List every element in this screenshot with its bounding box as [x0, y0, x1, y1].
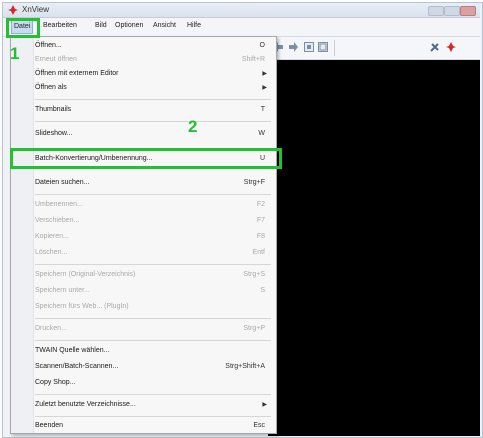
menu-item-save-as[interactable]: Speichern unter... S: [35, 284, 271, 298]
title-bar: XnView: [3, 3, 480, 18]
step-number-1: 1: [10, 44, 20, 63]
menu-item-exit[interactable]: Beenden Esc: [35, 419, 271, 433]
menu-icon-gutter: [11, 37, 34, 433]
menu-item-save[interactable]: Speichern (Original-Verzeichnis) Strg+S: [35, 268, 271, 282]
menu-bar: Datei Bearbeiten Bild Optionen Ansicht H…: [3, 18, 480, 37]
submenu-arrow-icon: ▶: [262, 402, 267, 408]
menu-item-open-as[interactable]: Öffnen als ▶: [35, 81, 271, 95]
fit-window-icon[interactable]: [304, 42, 314, 52]
menu-item-recent-folders[interactable]: Zuletzt benutzte Verzeichnisse... ▶: [35, 398, 271, 412]
xnview-star-icon[interactable]: [446, 42, 456, 52]
menu-item-copy[interactable]: Kopieren... F8: [35, 230, 271, 244]
menu-item-rename[interactable]: Umbenennen... F2: [35, 198, 271, 212]
highlight-box-batch-convert: [10, 148, 282, 169]
tools-icon[interactable]: [430, 42, 440, 52]
next-arrow-icon[interactable]: [288, 42, 298, 52]
submenu-arrow-icon: ▶: [262, 71, 267, 77]
menu-item-scan[interactable]: Scannen/Batch-Scannen... Strg+Shift+A: [35, 360, 271, 374]
menu-item-open-external-editor[interactable]: Öffnen mit externem Editor ▶: [35, 67, 271, 81]
menu-ansicht[interactable]: Ansicht: [153, 22, 176, 29]
menu-item-find-files[interactable]: Dateien suchen... Strg+F: [35, 176, 271, 190]
highlight-box-datei: [6, 18, 40, 38]
menu-item-open[interactable]: Öffnen... O: [35, 39, 271, 53]
menu-separator: [35, 194, 271, 195]
image-viewer-canvas[interactable]: [268, 60, 480, 436]
menu-item-twain-source[interactable]: TWAIN Quelle wählen...: [35, 344, 271, 358]
submenu-arrow-icon: ▶: [262, 85, 267, 91]
toolbar-separator: [334, 40, 335, 56]
menu-separator: [35, 416, 271, 417]
menu-separator: [35, 340, 271, 341]
menu-hilfe[interactable]: Hilfe: [187, 22, 201, 29]
menu-item-print[interactable]: Drucken... Strg+P: [35, 322, 271, 336]
menu-item-thumbnails[interactable]: Thumbnails T: [35, 103, 271, 117]
maximize-button[interactable]: [444, 6, 460, 16]
menu-separator: [35, 318, 271, 319]
menu-item-delete[interactable]: Löschen... Entf: [35, 246, 271, 260]
file-menu-dropdown: Öffnen... O Erneut öffnen Shift+R Öffnen m…: [10, 36, 277, 434]
actual-size-icon[interactable]: [318, 42, 328, 52]
menu-optionen[interactable]: Optionen: [115, 22, 143, 29]
menu-separator: [35, 264, 271, 265]
step-number-2: 2: [188, 117, 198, 136]
menu-item-move[interactable]: Verschieben... F7: [35, 214, 271, 228]
close-button[interactable]: [460, 6, 476, 16]
menu-separator: [35, 394, 271, 395]
minimize-button[interactable]: [428, 6, 444, 16]
menu-separator: [35, 99, 271, 100]
menu-item-copy-shop[interactable]: Copy Shop...: [35, 376, 271, 390]
menu-bild[interactable]: Bild: [95, 22, 107, 29]
toolbar: [268, 37, 480, 60]
menu-item-slideshow[interactable]: Slideshow... W: [35, 127, 271, 141]
menu-bearbeiten[interactable]: Bearbeiten: [43, 22, 77, 29]
window-title: XnView: [22, 5, 49, 14]
menu-item-reopen[interactable]: Erneut öffnen Shift+R: [35, 53, 271, 67]
menu-separator: [35, 121, 271, 122]
xnview-logo-icon: [8, 5, 18, 15]
menu-item-save-for-web[interactable]: Speichern fürs Web... (PlugIn): [35, 300, 271, 314]
